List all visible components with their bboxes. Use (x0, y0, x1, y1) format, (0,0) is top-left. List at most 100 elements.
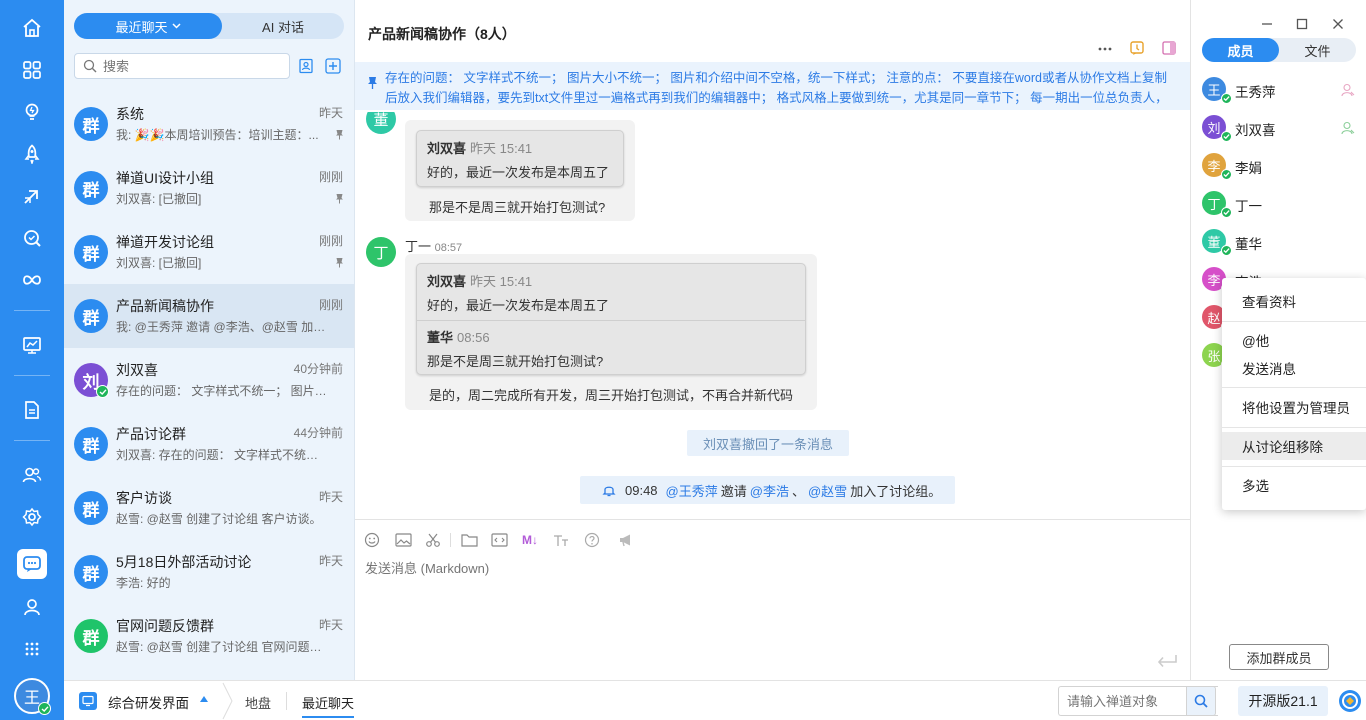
minimize-icon[interactable] (1255, 12, 1279, 36)
lightbulb-icon[interactable] (17, 97, 47, 127)
menu-send-message[interactable]: 发送消息 (1222, 354, 1366, 382)
conversation-item[interactable]: 群产品新闻稿协作 刚刚 我: @王秀萍 邀请 @李浩、@赵雪 加入... (64, 284, 354, 348)
system-text: 、 (791, 483, 805, 499)
conversation-item[interactable]: 群 5月18日外部活动讨论 昨天 李浩: 好的 (64, 540, 354, 604)
megaphone-icon[interactable] (617, 531, 635, 549)
notice-bell-icon[interactable] (1129, 40, 1145, 56)
conversation-item[interactable]: 群产品讨论群 44分钟前 刘双喜: 存在的问题： 文字样式不统一； ... (64, 412, 354, 476)
message-text: 是的，周二完成所有开发，周三开始打包测试，不再合并新代码 (429, 388, 794, 403)
message-bubble[interactable]: 刘双喜 昨天 15:41 好的，最近一次发布是本周五了 那是不是周三就开始打包测试… (405, 120, 635, 221)
more-apps-icon[interactable] (17, 634, 47, 664)
tab-label: 最近聊天 (115, 19, 168, 35)
profile-user-icon[interactable] (17, 592, 47, 622)
sprint-icon[interactable] (17, 181, 47, 211)
version-badge[interactable]: 开源版21.1 (1238, 686, 1328, 716)
current-user-avatar[interactable]: 王 (14, 678, 51, 715)
app-nav-bar: 王 (0, 0, 64, 720)
tab-members[interactable]: 成员 (1202, 38, 1279, 62)
conversation-name: 刘双喜 (116, 362, 158, 378)
mention-link[interactable]: @王秀萍 (666, 481, 718, 500)
image-icon[interactable] (394, 531, 412, 549)
menu-remove-from-group[interactable]: 从讨论组移除 (1222, 432, 1366, 460)
more-options-icon[interactable] (1097, 41, 1113, 57)
team-users-icon[interactable] (17, 460, 47, 490)
new-chat-plus-icon[interactable] (322, 55, 344, 77)
system-time: 09:48 (625, 482, 658, 498)
quote-text: 那是不是周三就开始打包测试? (427, 354, 604, 369)
document-icon[interactable] (17, 395, 47, 425)
tab-files[interactable]: 文件 (1279, 38, 1356, 62)
online-status-icon (38, 702, 51, 715)
avatar-initial: 董 (373, 111, 389, 129)
message-bubble[interactable]: 刘双喜 昨天 15:41 好的，最近一次发布是本周五了 董华 08:56 那是不是周… (405, 254, 817, 410)
member-item[interactable]: 董董华 (1191, 223, 1366, 261)
send-enter-icon[interactable] (1156, 654, 1178, 668)
breadcrumb-dashboard[interactable]: 地盘 (245, 693, 271, 712)
conversation-search[interactable] (74, 53, 290, 79)
online-status-icon (96, 385, 109, 398)
menu-view-profile[interactable]: 查看资料 (1222, 287, 1366, 315)
contacts-icon[interactable] (295, 55, 317, 77)
mention-link[interactable]: @赵雪 (808, 481, 847, 500)
message-input[interactable] (365, 558, 1165, 578)
member-item[interactable]: 李李娟 (1191, 147, 1366, 185)
home-icon[interactable] (17, 13, 47, 43)
emoji-icon[interactable] (363, 531, 381, 549)
tab-ai-chat[interactable]: AI 对话 (222, 13, 344, 39)
conversation-item[interactable]: 董华昨天 (64, 668, 354, 680)
member-item[interactable]: 王王秀萍 (1191, 71, 1366, 109)
tab-recent-chats[interactable]: 最近聊天 (74, 13, 222, 39)
quoted-messages[interactable]: 刘双喜 昨天 15:41 好的，最近一次发布是本周五了 董华 08:56 那是不是周… (416, 263, 806, 375)
conversation-item[interactable]: 刘刘双喜 40分钟前 存在的问题： 文字样式不统一； 图片大... (64, 348, 354, 412)
member-context-menu: 查看资料 @他 发送消息 将他设置为管理员 从讨论组移除 多选 (1222, 278, 1366, 510)
conversation-avatar: 群 (74, 491, 108, 525)
folder-icon[interactable] (460, 531, 478, 549)
avatar-initial: 董 (1207, 234, 1221, 250)
avatar-initial: 刘 (1207, 120, 1221, 136)
devops-infinity-icon[interactable] (17, 265, 47, 295)
search-input[interactable] (103, 58, 283, 74)
close-icon[interactable] (1326, 12, 1350, 36)
sidebar-toggle-icon[interactable] (1161, 40, 1177, 56)
add-member-button[interactable]: 添加群成员 (1229, 644, 1329, 670)
conversation-item[interactable]: 群禅道开发讨论组 刚刚 刘双喜: [已撤回] (64, 220, 354, 284)
zentao-logo-icon[interactable] (1338, 689, 1362, 713)
conversation-time: 刚刚 (318, 234, 343, 248)
recall-notice: 刘双喜撤回了一条消息 (687, 430, 849, 456)
mention-link[interactable]: @李浩 (750, 481, 789, 500)
chat-bubble-icon[interactable] (17, 549, 47, 579)
workspace-icon (79, 692, 97, 710)
quoted-message[interactable]: 刘双喜 昨天 15:41 好的，最近一次发布是本周五了 (416, 130, 624, 187)
avatar-initial: 王 (23, 690, 40, 707)
rocket-icon[interactable] (17, 139, 47, 169)
scissors-icon[interactable] (424, 531, 442, 549)
help-icon[interactable] (583, 531, 601, 549)
menu-set-admin[interactable]: 将他设置为管理员 (1222, 393, 1366, 421)
sender-avatar[interactable]: 丁 (366, 237, 396, 267)
conversation-item[interactable]: 群官网问题反馈群 昨天 赵雪: @赵雪 创建了讨论组 官网问题反... (64, 604, 354, 668)
member-item[interactable]: 刘刘双喜 (1191, 109, 1366, 147)
qa-search-icon[interactable] (17, 223, 47, 253)
member-item[interactable]: 丁丁一 (1191, 185, 1366, 223)
conversation-item[interactable]: 群系统 昨天 我: 🎉🎉本周培训预告：培训主题：... (64, 92, 354, 156)
conversation-item[interactable]: 群禅道UI设计小组 刚刚 刘双喜: [已撤回] (64, 156, 354, 220)
search-button[interactable] (1186, 686, 1216, 716)
caret-up-icon[interactable] (200, 696, 208, 702)
markdown-toggle[interactable]: M↓ (521, 531, 539, 549)
avatar-initial: 群 (82, 628, 100, 648)
breadcrumb-recent-chats[interactable]: 最近聊天 (302, 693, 355, 718)
conversation-item[interactable]: 群客户访谈 昨天 赵雪: @赵雪 创建了讨论组 客户访谈。 (64, 476, 354, 540)
code-block-icon[interactable] (490, 531, 508, 549)
board-chart-icon[interactable] (17, 330, 47, 360)
settings-gear-icon[interactable] (17, 502, 47, 532)
workspace-name[interactable]: 综合研发界面 (108, 692, 189, 712)
menu-multi-select[interactable]: 多选 (1222, 471, 1366, 499)
apps-grid-icon[interactable] (17, 55, 47, 85)
menu-mention[interactable]: @他 (1222, 326, 1366, 354)
text-format-icon[interactable] (552, 531, 570, 549)
group-notice-banner[interactable]: 存在的问题： 文字样式不统一； 图片大小不统一； 图片和介绍中间不空格，统一下样… (355, 62, 1190, 110)
conversation-avatar: 群 (74, 619, 108, 653)
conversation-avatar: 群 (74, 299, 108, 333)
sender-name: 丁一 (405, 239, 432, 254)
maximize-icon[interactable] (1290, 12, 1314, 36)
